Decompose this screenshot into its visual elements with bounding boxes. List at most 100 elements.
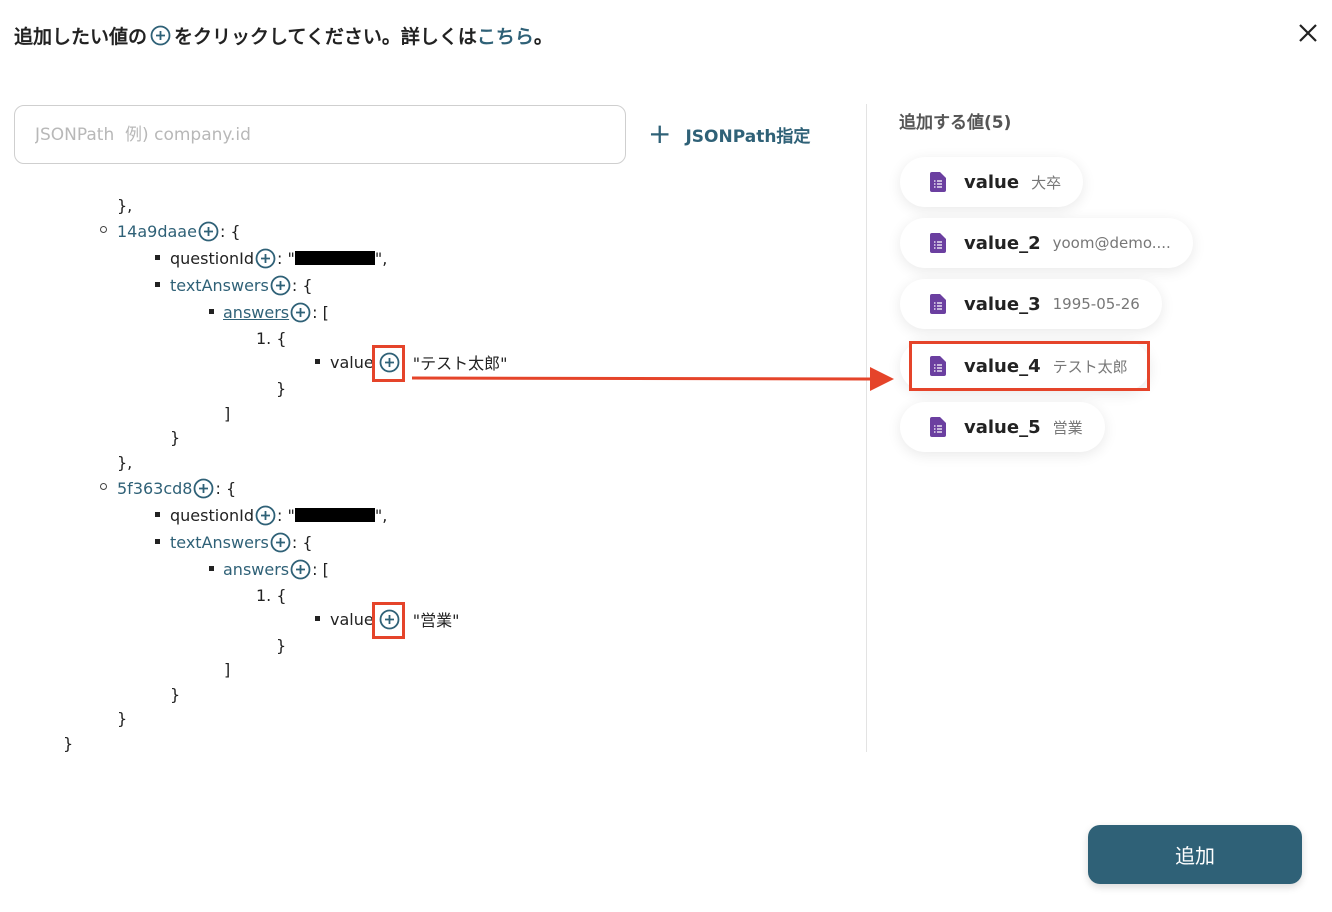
tree-line: questionId : " ", [170, 503, 387, 527]
value-chip-name: value_3 [964, 293, 1041, 315]
brace-text: } [276, 635, 287, 655]
value-chip[interactable]: value_3 1995-05-26 [900, 279, 1162, 329]
add-value-icon[interactable] [255, 505, 276, 526]
brace-text: } [63, 733, 74, 753]
tree-line: questionId : " ", [170, 246, 387, 270]
brace-text: } [117, 708, 128, 728]
close-icon[interactable] [1293, 18, 1323, 48]
tree-bullet [209, 309, 214, 314]
value-chip[interactable]: value_5 営業 [900, 402, 1105, 452]
json-key[interactable]: textAnswers [170, 276, 269, 295]
list-index: 1. { [256, 328, 287, 348]
brace-text: ", [374, 248, 388, 268]
title-text-before: 追加したい値の [14, 26, 148, 48]
tree-bullet [155, 255, 160, 260]
brace-text: : { [215, 478, 237, 498]
json-key[interactable]: 5f363cd8 [117, 479, 192, 498]
brace-text: }, [117, 195, 133, 215]
list-index: 1. { [256, 585, 287, 605]
brace-text: }, [117, 452, 133, 472]
jsonpath-specify-label: JSONPath指定 [685, 126, 811, 147]
add-value-icon[interactable] [198, 221, 219, 242]
tree-bullet [155, 539, 160, 544]
value-chip-name: value [964, 171, 1020, 193]
brace-text: : { [291, 532, 313, 552]
value-chip-name: value_2 [964, 232, 1041, 254]
tree-line: answers : [ [223, 300, 329, 324]
json-key[interactable]: answers [223, 560, 289, 579]
add-value-icon[interactable] [270, 532, 291, 553]
tree-line: 1. { [256, 583, 287, 607]
tree-line: } [117, 706, 127, 730]
highlight-box [372, 345, 405, 382]
selected-values-title: 追加する値(5) [899, 113, 1012, 133]
arrow-icon [412, 367, 894, 391]
value-chip-preview: 営業 [1052, 418, 1083, 437]
brace-text: : [ [312, 559, 329, 579]
value-chip-preview: 大卒 [1031, 173, 1062, 192]
brace-text: ] [224, 403, 231, 423]
tree-line: ] [224, 657, 230, 681]
json-key: value [330, 352, 374, 372]
value-chip[interactable]: value 大卒 [900, 157, 1084, 207]
brace-text: : { [291, 275, 313, 295]
tree-line: 1. { [256, 326, 287, 350]
highlight-box [372, 602, 405, 639]
tree-bullet [155, 512, 160, 517]
brace-text: ", [374, 505, 388, 525]
title-text-after: をクリックしてください。詳しくは [174, 26, 477, 48]
value-chip-preview: yoom@demo.... [1052, 234, 1171, 252]
json-key: questionId [170, 505, 254, 525]
tree-line: ] [224, 401, 230, 425]
redacted-value [294, 508, 375, 522]
brace-text: } [170, 684, 181, 704]
json-key[interactable]: 14a9daae [117, 222, 197, 241]
tree-bullet [315, 359, 320, 364]
add-value-icon[interactable] [193, 478, 214, 499]
title-text-end: 。 [533, 26, 553, 48]
form-doc-icon [930, 233, 946, 253]
help-link[interactable]: こちら [477, 22, 534, 49]
plus-icon: + [648, 117, 672, 150]
value-chip-name: value_5 [964, 416, 1041, 438]
add-value-icon[interactable] [290, 559, 311, 580]
tree-line: } [170, 682, 180, 706]
tree-line: 5f363cd8 : { [117, 476, 236, 500]
tree-line: textAnswers : { [170, 530, 313, 554]
tree-line: }, [117, 193, 132, 217]
value-chip[interactable]: value_2 yoom@demo.... [900, 218, 1193, 268]
tree-bullet [209, 566, 214, 571]
tree-line: } [276, 633, 286, 657]
tree-bullet [315, 616, 320, 621]
redacted-value [294, 251, 375, 265]
brace-text: } [170, 427, 181, 447]
add-value-icon[interactable] [290, 302, 311, 323]
brace-text: : { [219, 221, 241, 241]
json-key: questionId [170, 248, 254, 268]
highlight-box [909, 341, 1150, 391]
tree-bullet [100, 483, 107, 490]
json-string-value: "営業" [412, 611, 460, 630]
add-value-icon[interactable] [270, 275, 291, 296]
json-key[interactable]: textAnswers [170, 533, 269, 552]
form-doc-icon [930, 172, 946, 192]
json-key[interactable]: answers [223, 303, 289, 322]
json-key: value [330, 609, 374, 629]
panel-divider [866, 104, 867, 752]
tree-line: } [276, 376, 286, 400]
brace-text: : [ [312, 302, 329, 322]
tree-line: } [63, 731, 73, 755]
add-value-icon[interactable] [255, 248, 276, 269]
form-doc-icon [930, 417, 946, 437]
instruction-title: 追加したい値の をクリックしてください。詳しくは こちら 。 [14, 22, 553, 49]
brace-text: ] [224, 659, 231, 679]
add-circle-icon [150, 25, 171, 46]
tree-line: } [170, 425, 180, 449]
tree-line: }, [117, 450, 132, 474]
jsonpath-search-input[interactable] [14, 105, 626, 164]
brace-text: : " [277, 248, 295, 268]
add-button[interactable]: 追加 [1088, 825, 1302, 884]
form-doc-icon [930, 294, 946, 314]
jsonpath-specify-button[interactable]: + JSONPath指定 [648, 120, 810, 148]
tree-line: textAnswers : { [170, 273, 313, 297]
